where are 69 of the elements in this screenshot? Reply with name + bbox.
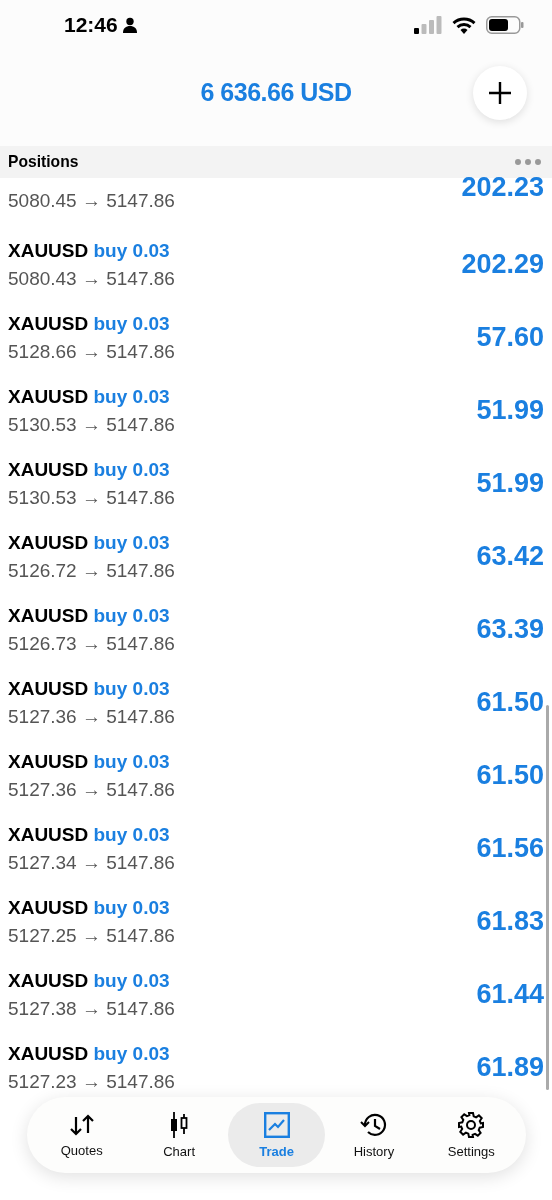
order-type-label: buy 0.03 [93, 823, 170, 845]
symbol-label: XAUUSD [8, 312, 89, 334]
price-range: 5127.36 → 5147.86 [8, 778, 176, 801]
price-range: 5080.43 → 5147.86 [8, 267, 176, 290]
order-type-label: buy 0.03 [93, 531, 170, 553]
symbol-label: XAUUSD [8, 604, 89, 626]
price-range: 5126.73 → 5147.86 [8, 632, 176, 655]
arrows-icon [68, 1112, 95, 1137]
order-type-label: buy 0.03 [93, 604, 170, 626]
order-type-label: buy 0.03 [93, 969, 170, 991]
line-chart-icon [263, 1111, 290, 1138]
symbol-label: XAUUSD [8, 969, 89, 991]
signal-icon [414, 16, 442, 34]
symbol-label: XAUUSD [8, 677, 89, 699]
symbol-label: XAUUSD [8, 239, 89, 261]
nav-tab[interactable]: Settings [422, 1103, 521, 1167]
price-range: 5130.53 → 5147.86 [8, 486, 176, 509]
profit-value: 61.50 [476, 760, 544, 791]
profit-value: 51.99 [476, 468, 544, 499]
more-icon[interactable] [514, 158, 542, 166]
symbol-label: XAUUSD [8, 385, 89, 407]
order-type-label: buy 0.03 [93, 750, 170, 772]
price-range: 5127.25 → 5147.86 [8, 924, 176, 947]
nav-tab[interactable]: History [325, 1103, 423, 1167]
account-balance: 6 636.66 USD [200, 77, 352, 107]
settings-icon [458, 1111, 485, 1138]
price-range: 5128.66 → 5147.86 [8, 340, 176, 363]
profit-value: 51.99 [476, 395, 544, 426]
price-range: 5127.38 → 5147.86 [8, 997, 176, 1020]
profit-value: 61.44 [476, 979, 544, 1010]
order-type-label: buy 0.03 [93, 677, 170, 699]
symbol-label: XAUUSD [8, 531, 89, 553]
profit-value: 63.42 [476, 541, 544, 572]
price-range: 5127.36 → 5147.86 [8, 705, 176, 728]
battery-icon [486, 16, 524, 34]
profit-value: 61.83 [476, 906, 544, 937]
nav-tab[interactable]: Quotes [33, 1103, 131, 1167]
symbol-label: XAUUSD [8, 823, 89, 845]
profit-value: 57.60 [476, 322, 544, 353]
profit-value: 61.50 [476, 687, 544, 718]
section-title: Positions [8, 152, 80, 172]
profit-value: 202.23 [461, 172, 544, 203]
profit-value: 61.56 [476, 833, 544, 864]
order-type-label: buy 0.03 [93, 385, 170, 407]
price-range: 5080.45 → 5147.86 [8, 190, 176, 212]
person-icon [121, 17, 138, 33]
price-range: 5127.23 → 5147.86 [8, 1070, 176, 1093]
symbol-label: XAUUSD [8, 458, 89, 480]
symbol-label: XAUUSD [8, 1042, 89, 1064]
add-button[interactable] [473, 66, 527, 120]
profit-value: 61.89 [476, 1052, 544, 1083]
price-range: 5126.72 → 5147.86 [8, 559, 176, 582]
order-type-label: buy 0.03 [93, 1042, 170, 1064]
order-type-label: buy 0.03 [93, 458, 170, 480]
wifi-icon [452, 16, 476, 34]
order-type-label: buy 0.03 [93, 896, 170, 918]
profit-value: 202.29 [461, 249, 544, 280]
order-type-label: buy 0.03 [93, 312, 170, 334]
price-range: 5130.53 → 5147.86 [8, 413, 176, 436]
status-time: 12:46 [64, 13, 118, 37]
profit-value: 63.39 [476, 614, 544, 645]
symbol-label: XAUUSD [8, 750, 89, 772]
plus-icon [488, 81, 512, 105]
order-type-label: buy 0.03 [93, 239, 170, 261]
scrollbar[interactable] [546, 705, 549, 1090]
history-icon [359, 1111, 388, 1138]
symbol-label: XAUUSD [8, 896, 89, 918]
price-range: 5127.34 → 5147.86 [8, 851, 176, 874]
nav-tab[interactable]: Chart [130, 1103, 228, 1167]
